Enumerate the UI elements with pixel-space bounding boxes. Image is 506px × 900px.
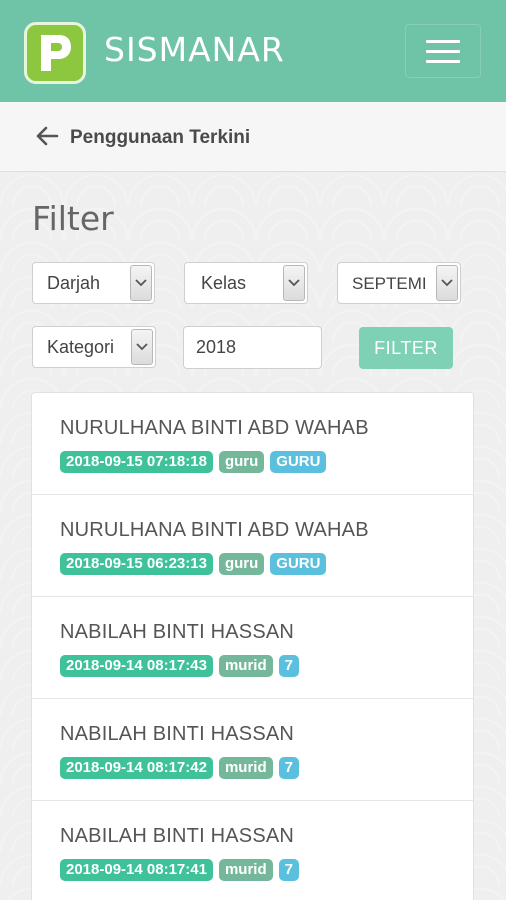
- datetime-badge: 2018-09-14 08:17:43: [60, 655, 213, 677]
- kategori-select[interactable]: Kategori: [32, 326, 156, 368]
- user-name: NABILAH BINTI HASSAN: [60, 825, 295, 847]
- datetime-badge: 2018-09-15 07:18:18: [60, 451, 213, 473]
- kelas-badge: GURU: [270, 451, 327, 473]
- role-badge: murid: [218, 757, 273, 779]
- list-item[interactable]: NURULHANA BINTI ABD WAHAB 2018-09-15 06:…: [32, 495, 473, 597]
- month-select-value: SEPTEMI: [352, 274, 427, 293]
- app-title: SISMANAR: [104, 30, 285, 69]
- kelas-select-value: Kelas: [201, 273, 247, 293]
- role-badge: guru: [218, 553, 265, 575]
- user-name: NABILAH BINTI HASSAN: [60, 723, 295, 745]
- list-item[interactable]: NURULHANA BINTI ABD WAHAB 2018-09-15 07:…: [32, 393, 473, 495]
- darjah-select[interactable]: Darjah: [32, 262, 155, 304]
- kelas-badge: 7: [278, 757, 299, 779]
- chevron-down-icon: [131, 329, 153, 365]
- arrow-left-icon[interactable]: [34, 123, 60, 149]
- kelas-badge: 7: [278, 859, 299, 881]
- kelas-select[interactable]: Kelas: [184, 262, 308, 304]
- role-badge: murid: [218, 859, 273, 881]
- list-item[interactable]: NABILAH BINTI HASSAN 2018-09-14 08:17:42…: [32, 699, 473, 801]
- hamburger-menu-icon[interactable]: [405, 24, 481, 78]
- kategori-select-value: Kategori: [47, 337, 115, 357]
- kelas-badge: GURU: [270, 553, 327, 575]
- datetime-badge: 2018-09-14 08:17:42: [60, 757, 213, 779]
- filter-heading: Filter: [32, 199, 114, 238]
- top-navbar: SISMANAR: [0, 0, 506, 102]
- role-badge: murid: [218, 655, 273, 677]
- chevron-down-icon: [283, 265, 305, 301]
- kelas-badge: 7: [278, 655, 299, 677]
- usage-list: NURULHANA BINTI ABD WAHAB 2018-09-15 07:…: [31, 392, 474, 900]
- month-select[interactable]: SEPTEMI: [337, 262, 461, 304]
- year-input[interactable]: 2018: [183, 326, 322, 369]
- role-badge: guru: [218, 451, 265, 473]
- datetime-badge: 2018-09-15 06:23:13: [60, 553, 213, 575]
- darjah-select-value: Darjah: [47, 273, 101, 293]
- list-item[interactable]: NABILAH BINTI HASSAN 2018-09-14 08:17:43…: [32, 597, 473, 699]
- chevron-down-icon: [130, 265, 152, 301]
- filter-button[interactable]: FILTER: [359, 327, 453, 369]
- user-name: NABILAH BINTI HASSAN: [60, 621, 295, 643]
- p-logo-icon[interactable]: [24, 22, 86, 84]
- page-title: Penggunaan Terkini: [70, 127, 251, 148]
- user-name: NURULHANA BINTI ABD WAHAB: [60, 417, 369, 439]
- datetime-badge: 2018-09-14 08:17:41: [60, 859, 213, 881]
- user-name: NURULHANA BINTI ABD WAHAB: [60, 519, 369, 541]
- chevron-down-icon: [436, 265, 458, 301]
- list-item[interactable]: NABILAH BINTI HASSAN 2018-09-14 08:17:41…: [32, 801, 473, 900]
